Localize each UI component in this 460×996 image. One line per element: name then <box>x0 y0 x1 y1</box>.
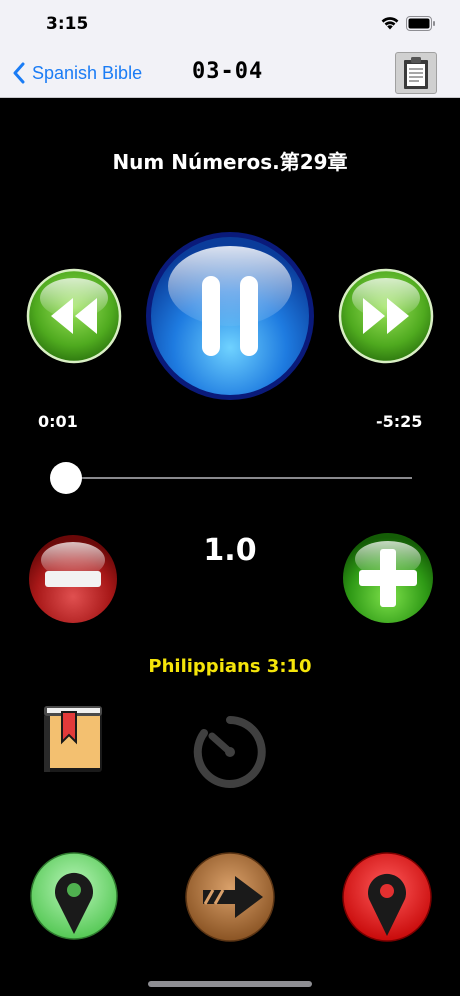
progress-slider-thumb[interactable] <box>50 462 82 494</box>
chevron-left-icon <box>13 62 25 84</box>
back-button[interactable]: Spanish Bible <box>12 60 142 86</box>
progress-slider-track[interactable] <box>58 477 412 479</box>
status-time: 3:15 <box>46 14 89 34</box>
plus-icon <box>343 533 433 623</box>
battery-icon <box>406 16 435 31</box>
clipboard-button[interactable] <box>395 52 437 94</box>
timer-icon <box>193 716 266 788</box>
fast-forward-icon <box>338 268 434 364</box>
back-button-label: Spanish Bible <box>32 62 143 83</box>
location-pin-icon <box>30 852 118 940</box>
next-chapter-button[interactable] <box>185 852 275 942</box>
rewind-icon <box>26 268 122 364</box>
clipboard-icon <box>404 57 428 89</box>
home-indicator <box>148 981 312 987</box>
fast-forward-button[interactable] <box>338 268 434 364</box>
location-pin-icon <box>342 852 432 942</box>
speed-increase-button[interactable] <box>342 532 434 624</box>
location-red-button[interactable] <box>342 852 432 942</box>
track-title: Num Números.第29章 <box>112 150 348 174</box>
rewind-button[interactable] <box>26 268 122 364</box>
navigation-bar: Spanish Bible 03-04 <box>0 46 460 98</box>
wifi-icon <box>381 17 399 30</box>
bookmark-book-icon <box>44 706 102 772</box>
forward-arrow-icon <box>185 852 275 942</box>
sleep-timer-button[interactable] <box>190 712 270 792</box>
page-title: 03-04 <box>192 59 264 84</box>
pause-button[interactable] <box>144 230 316 402</box>
location-green-button[interactable] <box>30 852 118 940</box>
bookmark-book-button[interactable] <box>40 702 106 774</box>
elapsed-time: 0:01 <box>38 412 78 431</box>
pause-icon <box>146 232 314 400</box>
verse-reference: Philippians 3:10 <box>148 656 312 677</box>
remaining-time: -5:25 <box>376 412 423 431</box>
status-bar: 3:15 <box>0 0 460 46</box>
